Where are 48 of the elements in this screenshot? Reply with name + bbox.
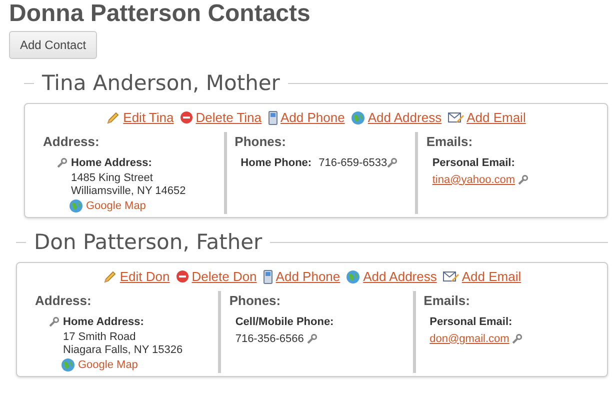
email-label: Personal Email:: [430, 315, 514, 330]
action-link[interactable]: Add Email: [466, 108, 526, 128]
section-heading: Address:: [43, 132, 100, 150]
action-link[interactable]: Add Address: [368, 108, 442, 128]
action-link[interactable]: Delete Don: [192, 267, 257, 286]
delete-icon[interactable]: [180, 111, 193, 124]
address-line: 17 Smith Road: [63, 330, 136, 344]
action-link[interactable]: Add Address: [363, 267, 437, 286]
section-heading: Phones:: [234, 132, 287, 150]
phone-label: Cell/Mobile Phone:: [235, 315, 335, 330]
globe-icon[interactable]: [346, 270, 360, 284]
section-heading: Emails:: [424, 292, 471, 310]
section-heading: Emails:: [426, 132, 474, 150]
action-link[interactable]: Add Phone: [280, 108, 345, 128]
section-heading: Phones:: [229, 292, 282, 310]
action-link[interactable]: Add Phone: [276, 267, 340, 286]
section-heading: Address:: [35, 292, 92, 310]
phone-label: Home Phone:: [240, 157, 312, 170]
map-link[interactable]: Google Map: [78, 356, 138, 374]
pencil-icon[interactable]: [102, 270, 117, 284]
mobile-phone-icon[interactable]: [268, 110, 278, 125]
pencil-icon[interactable]: [106, 110, 120, 125]
page-title: Donna Patterson Contacts: [8, 0, 312, 28]
action-link[interactable]: Delete Tina: [196, 108, 262, 128]
address-line: 1485 King Street: [71, 172, 153, 185]
action-link[interactable]: Edit Tina: [123, 108, 174, 128]
email-label: Personal Email:: [432, 156, 516, 171]
add-contact-button[interactable]: Add Contact: [9, 31, 98, 59]
map-link[interactable]: Google Map: [86, 198, 146, 214]
phone-number: 716-356-6566: [235, 332, 304, 345]
action-link[interactable]: Add Email: [462, 267, 522, 286]
globe-icon[interactable]: [61, 358, 75, 372]
mobile-phone-icon[interactable]: [262, 270, 273, 284]
address-label: Home Address:: [63, 316, 144, 328]
email-link[interactable]: tina@yahoo.com: [432, 174, 516, 186]
envelope-icon[interactable]: [448, 110, 464, 125]
envelope-icon[interactable]: [442, 270, 459, 284]
address-line: Williamsville, NY 14652: [71, 184, 186, 198]
contact-heading: Don Patterson, Father: [33, 229, 264, 256]
contact-heading: Tina Anderson, Mother: [41, 70, 281, 97]
globe-icon[interactable]: [69, 198, 83, 213]
delete-icon[interactable]: [176, 270, 189, 284]
action-link[interactable]: Edit Don: [120, 267, 170, 286]
email-link[interactable]: don@gmail.com: [430, 332, 510, 345]
address-label: Home Address:: [71, 157, 152, 170]
phone-number: 716-659-6533: [318, 157, 388, 170]
globe-icon[interactable]: [350, 110, 365, 125]
address-line: Niagara Falls, NY 15326: [63, 344, 183, 357]
